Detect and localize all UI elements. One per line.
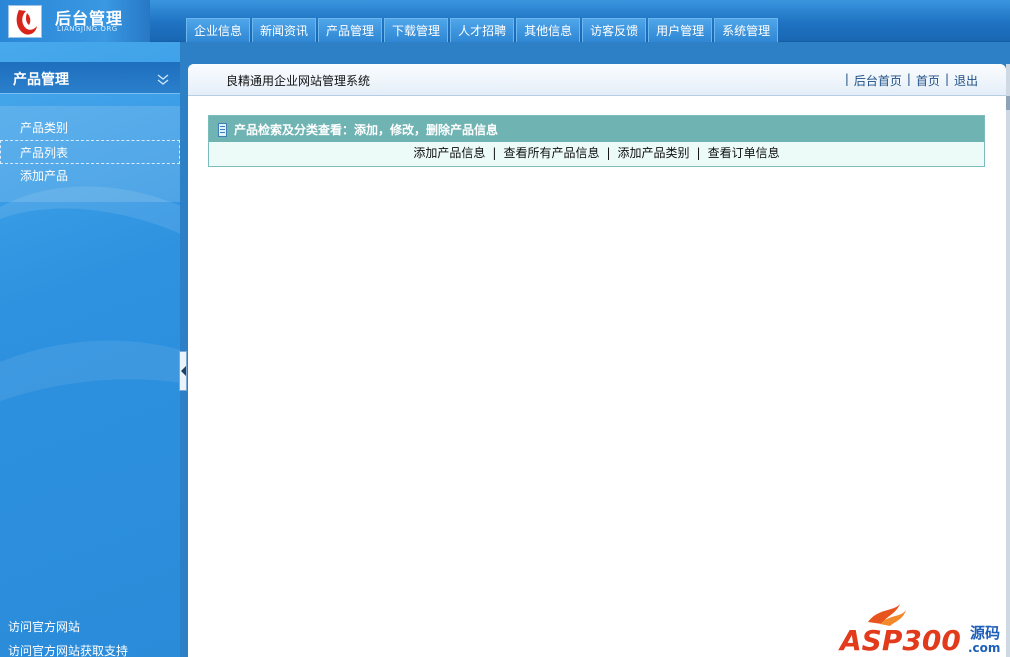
svg-text:源码: 源码 [970, 624, 1000, 642]
main-nav: 企业信息 新闻资讯 产品管理 下载管理 人才招聘 其他信息 访客反馈 用户管理 … [186, 18, 779, 42]
home-link[interactable]: 首页 [916, 72, 940, 89]
separator: | [492, 146, 497, 160]
logo-subtitle: LIANGJING.ORG [57, 25, 118, 33]
separator: | [844, 72, 849, 86]
logo-emblem-icon [8, 5, 42, 38]
panel-title: 产品检索及分类查看：添加，修改，删除产品信息 [234, 123, 499, 137]
nav-tab-system[interactable]: 系统管理 [714, 18, 779, 42]
admin-home-link[interactable]: 后台首页 [854, 72, 902, 89]
svg-text:.com: .com [968, 641, 1000, 655]
collapse-sidebar-handle[interactable] [179, 351, 187, 391]
nav-tab-products[interactable]: 产品管理 [318, 18, 383, 42]
nav-tab-recruitment[interactable]: 人才招聘 [450, 18, 515, 42]
document-icon [218, 123, 227, 137]
sidebar-item-product-list[interactable]: 产品列表 [0, 140, 180, 164]
nav-tab-users[interactable]: 用户管理 [648, 18, 713, 42]
sidebar-header: 产品管理 [0, 62, 180, 94]
asp300-watermark-logo: ASP300 源码 .com [838, 602, 1004, 657]
sidebar-menu: 产品类别 产品列表 添加产品 [0, 106, 180, 202]
separator: | [944, 72, 949, 86]
nav-tab-other-info[interactable]: 其他信息 [516, 18, 581, 42]
top-bar: 后台管理 LIANGJING.ORG 企业信息 新闻资讯 产品管理 下载管理 人… [0, 0, 1010, 42]
logout-link[interactable]: 退出 [954, 72, 978, 89]
panel-links: 添加产品信息 | 查看所有产品信息 | 添加产品类别 | 查看订单信息 [209, 142, 984, 166]
main-header: 良精通用企业网站管理系统 | 后台首页 | 首页 | 退出 [188, 64, 1006, 96]
view-orders-link[interactable]: 查看订单信息 [708, 146, 780, 160]
add-product-category-link[interactable]: 添加产品类别 [618, 146, 690, 160]
arrow-left-icon [181, 366, 186, 376]
nav-tab-news[interactable]: 新闻资讯 [252, 18, 317, 42]
visit-official-site-link[interactable]: 访问官方网站 [8, 618, 80, 635]
sidebar-item-product-categories[interactable]: 产品类别 [0, 116, 180, 140]
add-product-info-link[interactable]: 添加产品信息 [413, 146, 485, 160]
nav-tab-company-info[interactable]: 企业信息 [186, 18, 251, 42]
separator: | [606, 146, 611, 160]
separator: | [906, 72, 911, 86]
splitter [180, 42, 187, 657]
view-all-products-link[interactable]: 查看所有产品信息 [503, 146, 599, 160]
sidebar: 产品管理 产品类别 产品列表 添加产品 访问官方网站 访问官方网站获取支持 [0, 42, 180, 657]
scrollbar[interactable] [1006, 64, 1010, 657]
nav-tab-downloads[interactable]: 下载管理 [384, 18, 449, 42]
svg-text:ASP300: ASP300 [838, 624, 961, 657]
nav-tab-feedback[interactable]: 访客反馈 [582, 18, 647, 42]
system-name: 良精通用企业网站管理系统 [226, 74, 371, 88]
product-search-panel: 产品检索及分类查看：添加，修改，删除产品信息 添加产品信息 | 查看所有产品信息 | 添… [208, 115, 985, 167]
logo: 后台管理 LIANGJING.ORG [0, 0, 150, 42]
sidebar-item-add-product[interactable]: 添加产品 [0, 164, 180, 188]
panel-header: 产品检索及分类查看：添加，修改，删除产品信息 [209, 116, 984, 142]
main-content: 良精通用企业网站管理系统 | 后台首页 | 首页 | 退出 产品检索及分类查看：… [188, 64, 1006, 657]
double-chevron-down-icon[interactable] [157, 74, 169, 86]
header-links: | 后台首页 | 首页 | 退出 [840, 72, 978, 89]
sidebar-decoration [0, 314, 180, 657]
get-support-link[interactable]: 访问官方网站获取支持 [8, 642, 128, 657]
sidebar-title: 产品管理 [13, 72, 69, 88]
separator: | [696, 146, 701, 160]
scrollbar-thumb[interactable] [1006, 96, 1010, 110]
